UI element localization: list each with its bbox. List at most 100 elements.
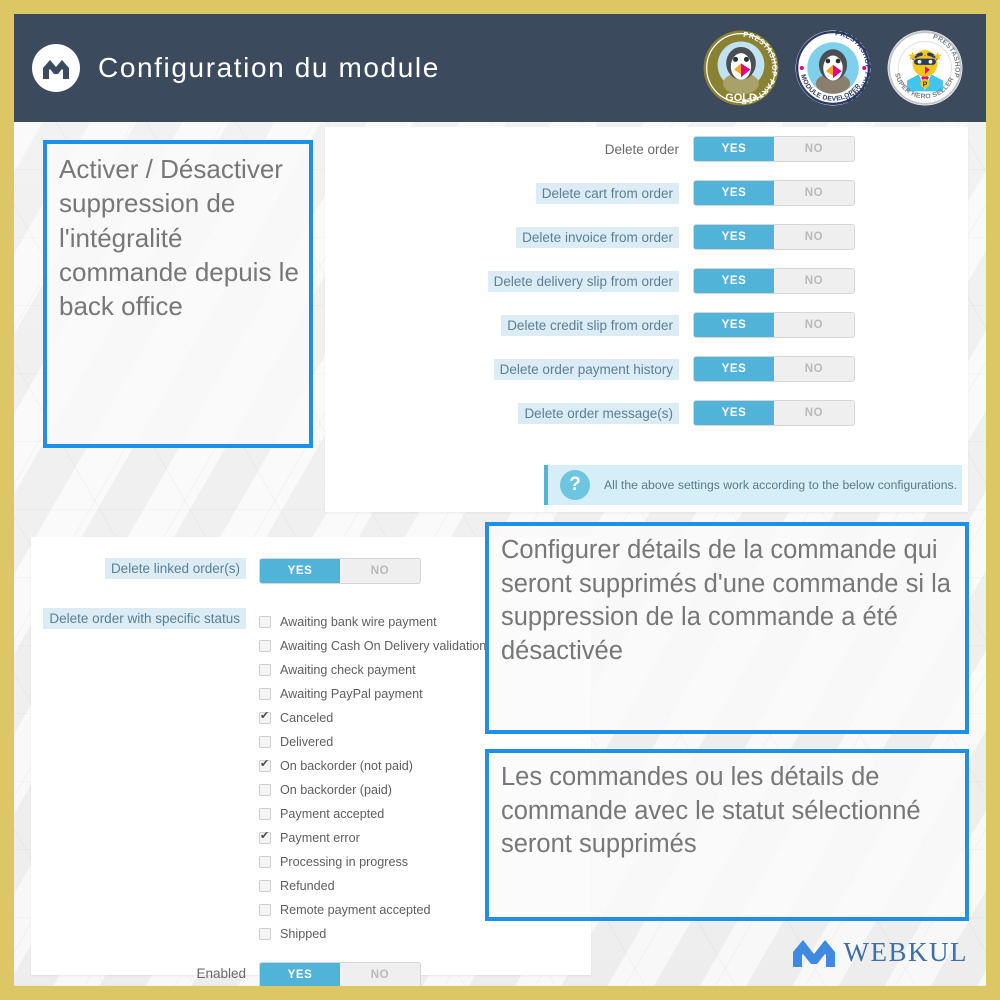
delete-linked-orders-label: Delete linked order(s) (31, 558, 259, 579)
toggle-no-option[interactable]: NO (774, 401, 854, 425)
order-deletion-settings-card: Delete order YES NO Delete cart from order Y… (325, 127, 968, 512)
status-checkbox-label: Payment error (280, 831, 360, 845)
setting-label: Delete order payment history (331, 358, 693, 380)
page-header: Configuration du module PRESTASHOP PARTN… (14, 14, 986, 122)
status-checkbox-item[interactable]: Refunded (259, 874, 486, 898)
status-checkbox-item[interactable]: Payment error (259, 826, 486, 850)
svg-text:P: P (923, 82, 928, 89)
status-checkbox-label: Canceled (280, 711, 334, 725)
setting-toggle[interactable]: YES NO (693, 136, 855, 162)
setting-label: Delete cart from order (331, 182, 693, 204)
checkbox-unchecked-icon[interactable] (259, 616, 271, 628)
status-checkbox-label: Processing in progress (280, 855, 409, 869)
checkbox-unchecked-icon[interactable] (259, 640, 271, 652)
info-banner: ? All the above settings work according … (544, 465, 962, 505)
status-checkbox-item[interactable]: Awaiting bank wire payment (259, 610, 486, 634)
setting-row: Delete order payment history YES NO (325, 347, 968, 391)
toggle-no-option[interactable]: NO (774, 357, 854, 381)
setting-label: Delete delivery slip from order (331, 270, 693, 292)
setting-toggle[interactable]: YES NO (693, 268, 855, 294)
status-checkbox-item[interactable]: Delivered (259, 730, 486, 754)
checkbox-unchecked-icon[interactable] (259, 904, 271, 916)
checkbox-unchecked-icon[interactable] (259, 736, 271, 748)
toggle-no-option[interactable]: NO (774, 269, 854, 293)
checkbox-checked-icon[interactable] (259, 709, 271, 724)
setting-row: Delete order message(s) YES NO (325, 391, 968, 435)
setting-row: Delete order YES NO (325, 127, 968, 171)
status-checkbox-item[interactable]: Remote payment accepted (259, 898, 486, 922)
checkbox-unchecked-icon[interactable] (259, 856, 271, 868)
toggle-no-option[interactable]: NO (774, 225, 854, 249)
checkbox-unchecked-icon[interactable] (259, 928, 271, 940)
webkul-logo-icon (792, 939, 835, 967)
status-checkbox-item[interactable]: On backorder (not paid) (259, 754, 486, 778)
status-checkbox-item[interactable]: Awaiting PayPal payment (259, 682, 486, 706)
status-checkbox-item[interactable]: Shipped (259, 922, 486, 946)
checkbox-unchecked-icon[interactable] (259, 688, 271, 700)
svg-text:GOLD: GOLD (725, 92, 757, 104)
toggle-yes-option[interactable]: YES (260, 963, 340, 986)
page-frame: Configuration du module PRESTASHOP PARTN… (0, 0, 1000, 1000)
delete-linked-orders-toggle[interactable]: YES NO (259, 558, 421, 584)
webkul-brand-text: WEBKUL (843, 937, 968, 967)
toggle-no-option[interactable]: NO (340, 559, 420, 583)
webkul-footer-logo: WEBKUL (792, 937, 968, 968)
setting-label: Delete invoice from order (331, 226, 693, 248)
status-checkbox-item[interactable]: Canceled (259, 706, 486, 730)
setting-label-text: Delete order payment history (493, 358, 679, 380)
webkul-w-logo-icon (32, 44, 80, 92)
toggle-yes-option[interactable]: YES (694, 401, 774, 425)
checkbox-unchecked-icon[interactable] (259, 664, 271, 676)
toggle-no-option[interactable]: NO (774, 181, 854, 205)
page-title: Configuration du module (98, 52, 440, 83)
setting-toggle[interactable]: YES NO (693, 224, 855, 250)
callout-activate-deactivate: Activer / Désactiver suppression de l'in… (43, 140, 313, 448)
partner-badges: PRESTASHOP PARTNER GOLD PRESTASHOP PARTN… (702, 29, 964, 107)
toggle-yes-option[interactable]: YES (694, 181, 774, 205)
setting-label-text: Delete credit slip from order (501, 314, 679, 336)
prestashop-super-hero-seller-badge: P PRESTASHOP SUPER HERO SELLER (887, 30, 963, 106)
checkbox-unchecked-icon[interactable] (259, 784, 271, 796)
prestashop-partner-module-developer-badge: PRESTASHOP PARTNER MODULE DEVELOPER (795, 30, 871, 106)
enabled-row: Enabled YES NO (31, 946, 591, 986)
callout-configure-details: Configurer détails de la commande qui se… (485, 522, 969, 734)
setting-row: Delete invoice from order YES NO (325, 215, 968, 259)
toggle-yes-option[interactable]: YES (694, 313, 774, 337)
toggle-yes-option[interactable]: YES (694, 137, 774, 161)
toggle-no-option[interactable]: NO (774, 137, 854, 161)
status-checkbox-label: Awaiting check payment (280, 663, 416, 677)
toggle-yes-option[interactable]: YES (694, 225, 774, 249)
checkbox-checked-icon[interactable] (259, 829, 271, 844)
toggle-no-option[interactable]: NO (774, 313, 854, 337)
status-checkbox-label: Shipped (280, 927, 327, 941)
setting-toggle[interactable]: YES NO (693, 356, 855, 382)
setting-toggle[interactable]: YES NO (693, 312, 855, 338)
setting-label: Delete order message(s) (331, 402, 693, 424)
setting-row: Delete delivery slip from order YES NO (325, 259, 968, 303)
setting-toggle[interactable]: YES NO (693, 180, 855, 206)
status-checkbox-item[interactable]: Payment accepted (259, 802, 486, 826)
question-mark-icon: ? (560, 470, 590, 500)
status-checkbox-label: Remote payment accepted (280, 903, 431, 917)
setting-row: Delete cart from order YES NO (325, 171, 968, 215)
status-checkbox-label: On backorder (not paid) (280, 759, 414, 773)
toggle-yes-option[interactable]: YES (694, 357, 774, 381)
status-checkbox-item[interactable]: On backorder (paid) (259, 778, 486, 802)
toggle-no-option[interactable]: NO (340, 963, 420, 986)
status-checkbox-item[interactable]: Awaiting check payment (259, 658, 486, 682)
setting-toggle[interactable]: YES NO (693, 400, 855, 426)
status-checkbox-label: Delivered (280, 735, 334, 749)
checkbox-unchecked-icon[interactable] (259, 808, 271, 820)
setting-label-text: Delete delivery slip from order (487, 270, 679, 292)
toggle-yes-option[interactable]: YES (694, 269, 774, 293)
setting-row: Delete credit slip from order YES NO (325, 303, 968, 347)
enabled-label: Enabled (196, 966, 246, 981)
enabled-toggle[interactable]: YES NO (259, 962, 421, 986)
status-checkbox-item[interactable]: Awaiting Cash On Delivery validation (259, 634, 486, 658)
toggle-yes-option[interactable]: YES (260, 559, 340, 583)
status-checkbox-label: Payment accepted (280, 807, 385, 821)
checkbox-checked-icon[interactable] (259, 757, 271, 772)
checkbox-unchecked-icon[interactable] (259, 880, 271, 892)
status-checkbox-label: Awaiting PayPal payment (280, 687, 423, 701)
status-checkbox-item[interactable]: Processing in progress (259, 850, 486, 874)
